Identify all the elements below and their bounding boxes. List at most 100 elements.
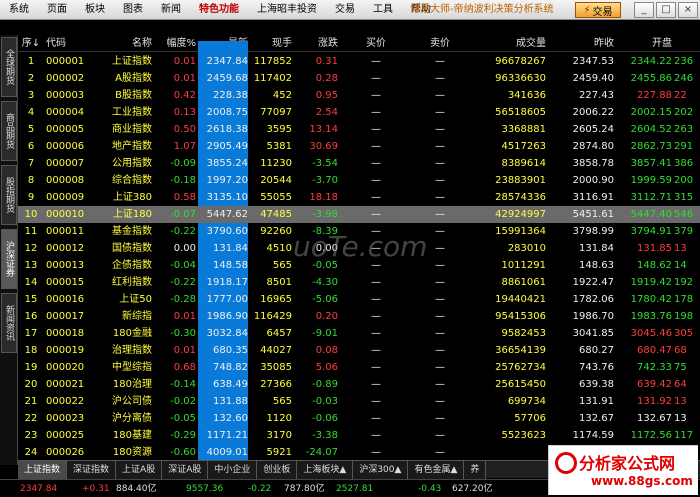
- table-row[interactable]: 1 000001 上证指数 0.01 2347.84 117852 0.31 — — 966782…: [18, 53, 700, 70]
- bottom-tab-4[interactable]: 中小企业: [208, 461, 258, 479]
- table-cell: 2905.49: [206, 141, 248, 152]
- table-cell: 3041.85: [572, 328, 614, 339]
- menu-item-7[interactable]: 交易: [326, 0, 364, 20]
- maximize-icon[interactable]: □: [656, 2, 676, 18]
- table-cell: 3595: [266, 124, 292, 135]
- table-row[interactable]: 18 000019 治理指数 0.01 680.35 44027 0.08 — — 3665413…: [18, 342, 700, 359]
- table-cell: —: [435, 277, 445, 288]
- table-row[interactable]: 9 000009 上证380 0.58 3135.10 55055 18.18 — — 28574…: [18, 189, 700, 206]
- table-row[interactable]: 14 000015 红利指数 -0.22 1918.17 8501 -4.30 — — 88610…: [18, 274, 700, 291]
- menu-item-3[interactable]: 图表: [114, 0, 152, 20]
- bottom-tab-9[interactable]: 养: [464, 461, 487, 479]
- column-header-0[interactable]: 序↓: [20, 35, 42, 52]
- column-header-3[interactable]: 幅度%: [154, 35, 196, 52]
- table-cell: —: [435, 192, 445, 203]
- table-cell: 148.58: [213, 260, 248, 271]
- table-row[interactable]: 17 000018 180金融 -0.30 3032.84 6457 -9.01 — — 9582…: [18, 325, 700, 342]
- table-cell: 5523623: [501, 430, 546, 441]
- table-cell: 0.13: [173, 107, 196, 118]
- menu-item-5[interactable]: 特色功能: [190, 0, 248, 20]
- sidebar-tab-1[interactable]: 商品期货: [1, 101, 17, 161]
- table-cell: 5381: [266, 141, 292, 152]
- table-row[interactable]: 8 000008 综合指数 -0.18 1997.20 20544 -3.70 — — 23883…: [18, 172, 700, 189]
- table-row[interactable]: 15 000016 上证50 -0.28 1777.00 16965 -5.06 — — 1944…: [18, 291, 700, 308]
- status-value-6: 2527.81: [336, 484, 374, 494]
- menu-item-6[interactable]: 上海昭丰投资: [248, 0, 326, 20]
- table-cell: 2459.40: [572, 73, 614, 84]
- table-cell: -9.01: [312, 328, 338, 339]
- bottom-tab-5[interactable]: 创业板: [257, 461, 298, 479]
- table-row[interactable]: 23 000025 180基建 -0.29 1171.21 3170 -3.38 — — 5523…: [18, 427, 700, 444]
- column-header-5[interactable]: 现手: [250, 35, 292, 52]
- table-row[interactable]: 6 000006 地产指数 1.07 2905.49 5381 30.69 — — 4517263…: [18, 138, 700, 155]
- table-row[interactable]: 13 000013 企债指数 -0.04 148.58 565 -0.05 — — 1011291…: [18, 257, 700, 274]
- table-row[interactable]: 20 000021 180治理 -0.14 638.49 27366 -0.89 — — 2561…: [18, 376, 700, 393]
- table-cell: -4.30: [312, 277, 338, 288]
- table-cell: —: [371, 277, 381, 288]
- column-header-7[interactable]: 买价: [348, 35, 404, 52]
- table-cell: —: [371, 362, 381, 373]
- sidebar-tab-0[interactable]: 全球期货: [1, 37, 17, 97]
- table-cell: —: [435, 362, 445, 373]
- table-cell: —: [371, 311, 381, 322]
- quote-table-header: 序↓代码名称幅度%最新现手涨跌买价卖价成交量昨收开盘: [18, 35, 700, 52]
- column-header-1[interactable]: 代码: [46, 35, 91, 52]
- table-cell: 13: [674, 413, 687, 424]
- table-row[interactable]: 10 000010 上证180 -0.07 5447.62 47485 -3.98 — — 429…: [18, 206, 700, 223]
- table-row[interactable]: 16 000017 新综指 0.01 1986.90 116429 0.20 — — 954153…: [18, 308, 700, 325]
- table-row[interactable]: 4 000004 工业指数 0.13 2008.75 77097 2.54 — — 5651860…: [18, 104, 700, 121]
- column-header-9[interactable]: 成交量: [473, 35, 546, 52]
- table-cell: 0.00: [315, 243, 338, 254]
- table-cell: 沪公司债: [112, 396, 152, 407]
- table-cell: 2605.24: [572, 124, 614, 135]
- column-header-11[interactable]: 开盘: [616, 35, 672, 52]
- table-row[interactable]: 21 000022 沪公司债 -0.02 131.88 565 -0.03 — — 699734 1…: [18, 393, 700, 410]
- table-cell: 7: [27, 158, 35, 169]
- table-cell: 上证50: [119, 294, 152, 305]
- close-icon[interactable]: ×: [678, 2, 698, 18]
- menu-item-0[interactable]: 系统: [0, 0, 38, 20]
- column-header-10[interactable]: 昨收: [548, 35, 614, 52]
- menu-item-1[interactable]: 页面: [38, 0, 76, 20]
- bottom-tab-0[interactable]: 上证指数: [18, 461, 68, 479]
- bottom-tab-1[interactable]: 深证指数: [67, 461, 117, 479]
- column-header-2[interactable]: 名称: [92, 35, 152, 52]
- sidebar-tab-3[interactable]: 沪深证券: [1, 229, 17, 289]
- table-row[interactable]: 12 000012 国债指数 0.00 131.84 4510 0.00 — — 283010 13…: [18, 240, 700, 257]
- bottom-tab-7[interactable]: 沪深300▲: [353, 461, 409, 479]
- table-cell: 000002: [46, 73, 85, 84]
- column-header-12[interactable]: [674, 35, 700, 52]
- table-cell: 180金融: [112, 328, 152, 339]
- sidebar-tab-2[interactable]: 股指期货: [1, 165, 17, 225]
- trade-button[interactable]: ⚡ 交易: [575, 2, 621, 18]
- bottom-tab-2[interactable]: 上证A股: [116, 461, 163, 479]
- table-cell: 30.69: [309, 141, 338, 152]
- table-cell: 200: [674, 175, 694, 186]
- table-row[interactable]: 2 000002 A股指数 0.01 2459.68 117402 0.28 — — 963366…: [18, 70, 700, 87]
- table-cell: 000018: [46, 328, 85, 339]
- menu-item-4[interactable]: 新闻: [152, 0, 190, 20]
- bottom-tab-3[interactable]: 深证A股: [162, 461, 209, 479]
- table-cell: —: [371, 447, 381, 458]
- menu-item-2[interactable]: 板块: [76, 0, 114, 20]
- table-cell: —: [435, 345, 445, 356]
- table-row[interactable]: 19 000020 中型综指 0.68 748.82 35085 5.06 — — 2576273…: [18, 359, 700, 376]
- table-row[interactable]: 3 000003 B股指数 0.42 228.38 452 0.95 — — 341636 227.…: [18, 87, 700, 104]
- column-header-6[interactable]: 涨跌: [294, 35, 338, 52]
- table-cell: 68: [674, 345, 687, 356]
- table-cell: 000017: [46, 311, 85, 322]
- menu-item-8[interactable]: 工具: [364, 0, 402, 20]
- table-row[interactable]: 7 000007 公用指数 -0.09 3855.24 11230 -3.54 — — 83896…: [18, 155, 700, 172]
- table-row[interactable]: 22 000023 沪分离债 -0.05 132.60 1120 -0.06 — — 57706 1…: [18, 410, 700, 427]
- table-row[interactable]: 5 000005 商业指数 0.50 2618.38 3595 13.14 — — 3368881…: [18, 121, 700, 138]
- table-row[interactable]: 11 000011 基金指数 -0.22 3790.60 92260 -8.39 — — 1599…: [18, 223, 700, 240]
- bottom-tab-8[interactable]: 有色金属▲: [408, 461, 465, 479]
- table-cell: 1999.59: [630, 175, 672, 186]
- table-cell: 639.42: [637, 379, 672, 390]
- bottom-tab-6[interactable]: 上海板块▲: [297, 461, 354, 479]
- table-cell: —: [371, 226, 381, 237]
- column-header-8[interactable]: 卖价: [410, 35, 470, 52]
- sidebar-tab-4[interactable]: 新闻资讯: [1, 293, 17, 353]
- minimize-icon[interactable]: _: [634, 2, 654, 18]
- table-cell: —: [371, 430, 381, 441]
